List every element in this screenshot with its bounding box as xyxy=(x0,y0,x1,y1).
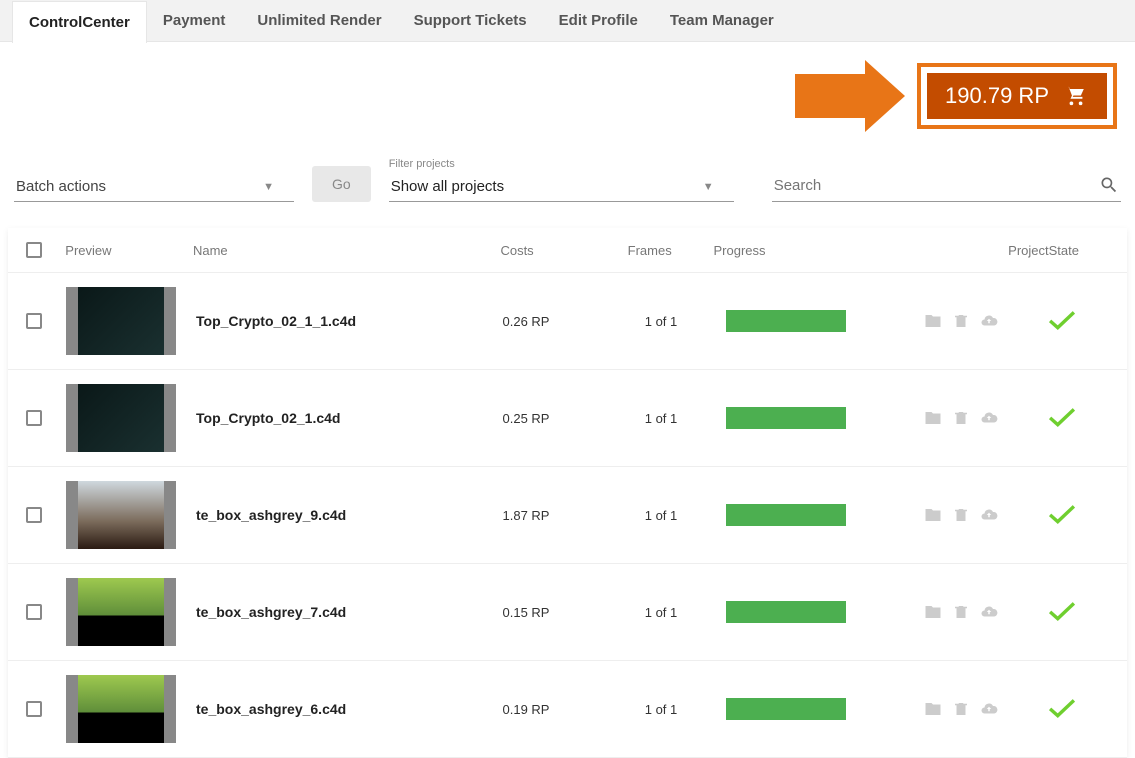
preview-thumbnail[interactable] xyxy=(66,384,176,452)
header-name: Name xyxy=(193,243,448,258)
trash-icon[interactable] xyxy=(952,409,970,427)
chevron-down-icon: ▼ xyxy=(263,181,274,193)
checkmark-icon xyxy=(1045,404,1079,430)
cloud-upload-icon[interactable] xyxy=(980,506,998,524)
project-cost: 0.19 RP xyxy=(503,702,550,717)
project-frames: 1 of 1 xyxy=(645,605,678,620)
table-row: te_box_ashgrey_9.c4d 1.87 RP 1 of 1 xyxy=(8,467,1127,564)
table-row: te_box_ashgrey_7.c4d 0.15 RP 1 of 1 xyxy=(8,564,1127,661)
checkmark-icon xyxy=(1045,695,1079,721)
search-input[interactable] xyxy=(774,177,1099,194)
tab-edit-profile[interactable]: Edit Profile xyxy=(543,0,654,42)
header-preview: Preview xyxy=(65,243,193,258)
row-checkbox[interactable] xyxy=(26,604,42,620)
project-frames: 1 of 1 xyxy=(645,411,678,426)
cloud-upload-icon[interactable] xyxy=(980,700,998,718)
table-row: te_box_ashgrey_6.c4d 0.19 RP 1 of 1 xyxy=(8,661,1127,758)
tab-payment[interactable]: Payment xyxy=(147,0,242,42)
project-name: Top_Crypto_02_1.c4d xyxy=(196,410,340,426)
folder-icon[interactable] xyxy=(924,603,942,621)
checkmark-icon xyxy=(1045,598,1079,624)
preview-thumbnail[interactable] xyxy=(66,287,176,355)
select-all-checkbox[interactable] xyxy=(26,242,42,258)
folder-icon[interactable] xyxy=(924,700,942,718)
rp-balance-button[interactable]: 190.79 RP xyxy=(927,73,1107,119)
filter-bar: Batch actions ▼ Go Filter projects Show … xyxy=(0,140,1135,228)
project-cost: 0.25 RP xyxy=(503,411,550,426)
row-checkbox[interactable] xyxy=(26,313,42,329)
project-name: Top_Crypto_02_1_1.c4d xyxy=(196,313,356,329)
filter-projects-value: Show all projects xyxy=(391,178,504,195)
project-frames: 1 of 1 xyxy=(645,508,678,523)
tab-controlcenter[interactable]: ControlCenter xyxy=(12,1,147,43)
preview-thumbnail[interactable] xyxy=(66,675,176,743)
progress-bar xyxy=(726,601,846,623)
progress-bar xyxy=(726,698,846,720)
cloud-upload-icon[interactable] xyxy=(980,312,998,330)
go-button[interactable]: Go xyxy=(312,166,371,202)
project-cost: 0.15 RP xyxy=(503,605,550,620)
cloud-upload-icon[interactable] xyxy=(980,603,998,621)
preview-thumbnail[interactable] xyxy=(66,578,176,646)
folder-icon[interactable] xyxy=(924,506,942,524)
tab-unlimited-render[interactable]: Unlimited Render xyxy=(241,0,397,42)
header-frames: Frames xyxy=(586,243,714,258)
checkmark-icon xyxy=(1045,501,1079,527)
table-row: Top_Crypto_02_1_1.c4d 0.26 RP 1 of 1 xyxy=(8,273,1127,370)
search-field[interactable] xyxy=(772,171,1121,202)
progress-bar xyxy=(726,407,846,429)
table-row: Top_Crypto_02_1.c4d 0.25 RP 1 of 1 xyxy=(8,370,1127,467)
table-header: Preview Name Costs Frames Progress Proje… xyxy=(8,228,1127,273)
trash-icon[interactable] xyxy=(952,506,970,524)
search-icon xyxy=(1099,175,1119,195)
projects-table: Preview Name Costs Frames Progress Proje… xyxy=(8,228,1127,758)
tab-team-manager[interactable]: Team Manager xyxy=(654,0,790,42)
header-progress: Progress xyxy=(714,243,881,258)
filter-caption: Filter projects xyxy=(389,158,734,170)
trash-icon[interactable] xyxy=(952,312,970,330)
row-checkbox[interactable] xyxy=(26,410,42,426)
rp-balance-box: 190.79 RP xyxy=(917,63,1117,129)
checkmark-icon xyxy=(1045,307,1079,333)
header-state: ProjectState xyxy=(1008,243,1109,258)
preview-thumbnail[interactable] xyxy=(66,481,176,549)
row-checkbox[interactable] xyxy=(26,701,42,717)
project-name: te_box_ashgrey_7.c4d xyxy=(196,604,346,620)
cart-icon xyxy=(1063,85,1089,107)
project-frames: 1 of 1 xyxy=(645,702,678,717)
project-name: te_box_ashgrey_9.c4d xyxy=(196,507,346,523)
balance-area: 190.79 RP xyxy=(0,42,1135,140)
folder-icon[interactable] xyxy=(924,312,942,330)
filter-projects-select[interactable]: Show all projects ▼ xyxy=(389,172,734,202)
project-cost: 0.26 RP xyxy=(503,314,550,329)
progress-bar xyxy=(726,504,846,526)
project-name: te_box_ashgrey_6.c4d xyxy=(196,701,346,717)
tab-support-tickets[interactable]: Support Tickets xyxy=(398,0,543,42)
chevron-down-icon: ▼ xyxy=(703,181,714,193)
nav-tabs: ControlCenterPaymentUnlimited RenderSupp… xyxy=(0,0,1135,42)
project-cost: 1.87 RP xyxy=(503,508,550,523)
cloud-upload-icon[interactable] xyxy=(980,409,998,427)
highlight-arrow xyxy=(795,60,905,132)
row-checkbox[interactable] xyxy=(26,507,42,523)
header-costs: Costs xyxy=(448,243,586,258)
progress-bar xyxy=(726,310,846,332)
project-frames: 1 of 1 xyxy=(645,314,678,329)
batch-actions-label: Batch actions xyxy=(16,178,106,195)
trash-icon[interactable] xyxy=(952,700,970,718)
trash-icon[interactable] xyxy=(952,603,970,621)
batch-actions-select[interactable]: Batch actions ▼ xyxy=(14,172,294,202)
rp-balance-text: 190.79 RP xyxy=(945,83,1049,109)
folder-icon[interactable] xyxy=(924,409,942,427)
